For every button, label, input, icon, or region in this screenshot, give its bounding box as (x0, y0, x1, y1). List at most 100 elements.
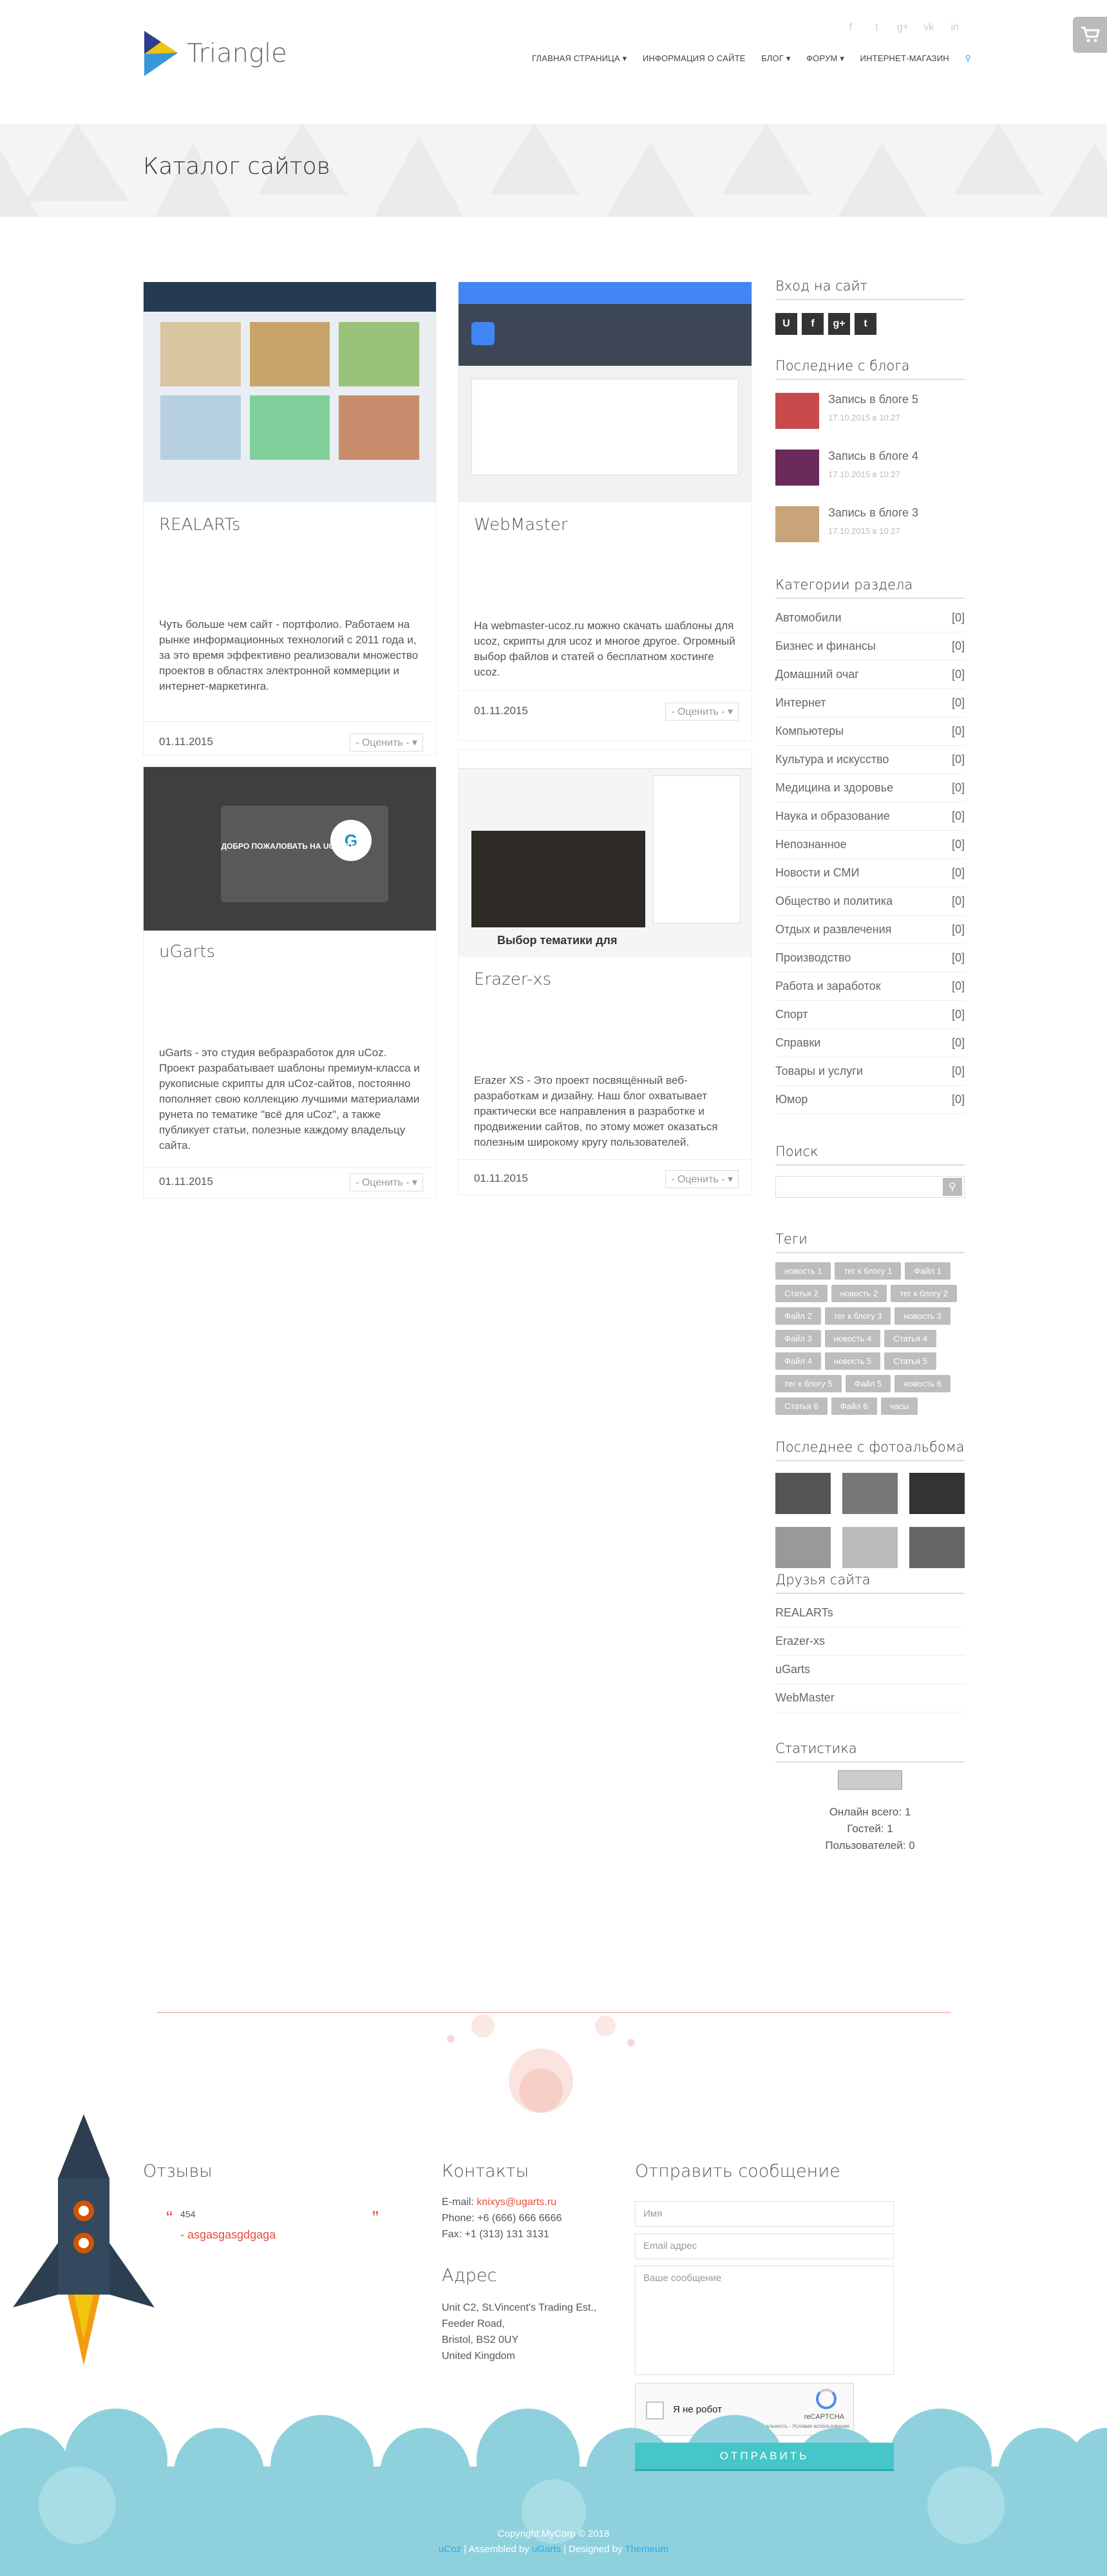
friend-link[interactable]: Erazer-xs (775, 1627, 965, 1656)
search-submit-button[interactable]: ⚲ (943, 1178, 962, 1196)
thumbnail-caption: ДОБРО ПОЖАЛОВАТЬ НА UGARTS! (221, 842, 359, 851)
message-field[interactable]: Ваше сообщение (635, 2266, 894, 2375)
category-item[interactable]: Наука и образование [0] (775, 802, 965, 831)
logo[interactable]: Triangle (142, 31, 287, 76)
photo-thumb[interactable] (842, 1473, 898, 1514)
nav-forum[interactable]: ФОРУМ ▾ (806, 53, 844, 63)
email-field[interactable]: Email адрес (635, 2233, 894, 2259)
category-item[interactable]: Культура и искусство [0] (775, 746, 965, 774)
site-description: На webmaster-ucoz.ru можно скачать шабло… (474, 620, 735, 678)
submit-button[interactable]: ОТПРАВИТЬ (635, 2443, 894, 2471)
category-item[interactable]: Справки [0] (775, 1029, 965, 1057)
tag[interactable]: новость 1 (775, 1262, 831, 1280)
tag[interactable]: новость 5 (824, 1352, 881, 1370)
photo-thumb[interactable] (775, 1527, 831, 1568)
nav-home[interactable]: ГЛАВНАЯ СТРАНИЦА ▾ (532, 53, 627, 63)
credit-ugarts-link[interactable]: uGarts (532, 2544, 561, 2555)
sidebar-search-input[interactable] (776, 1177, 943, 1197)
tag[interactable]: новость 2 (831, 1285, 887, 1302)
site-thumbnail[interactable]: Выбор тематики для (459, 750, 752, 957)
photo-thumb[interactable] (909, 1473, 965, 1514)
facebook-login-button[interactable]: f (802, 313, 824, 335)
tag[interactable]: новость 3 (894, 1307, 951, 1325)
rate-select[interactable]: - Оценить - ▾ (665, 703, 739, 721)
category-item[interactable]: Работа и заработок [0] (775, 972, 965, 1001)
tag[interactable]: тег к блогу 3 (824, 1307, 891, 1325)
tag[interactable]: Файл 5 (845, 1375, 891, 1392)
category-item[interactable]: Общество и политика [0] (775, 887, 965, 916)
site-thumbnail[interactable]: G ДОБРО ПОЖАЛОВАТЬ НА UGARTS! (144, 767, 436, 931)
linkedin-icon[interactable]: in (948, 22, 962, 33)
site-title[interactable]: Erazer-xs (474, 970, 551, 989)
contact-email: E-mail: knixys@ugarts.ru (442, 2197, 557, 2208)
site-title[interactable]: uGarts (159, 942, 215, 961)
blog-item[interactable]: Запись в блоге 3 17.10.2015 в 10:27 (775, 506, 965, 563)
twitter-icon[interactable]: t (869, 22, 884, 33)
category-item[interactable]: Медицина и здоровье [0] (775, 774, 965, 802)
category-item[interactable]: Отдых и развлечения [0] (775, 916, 965, 944)
vk-icon[interactable]: vk (922, 22, 936, 33)
blog-item-title[interactable]: Запись в блоге 3 (828, 506, 918, 520)
tag[interactable]: тег к блогу 2 (891, 1285, 957, 1302)
drop-decoration (447, 2014, 635, 2113)
site-thumbnail[interactable] (144, 282, 436, 502)
site-title[interactable]: REALARTs (159, 515, 240, 535)
tag[interactable]: Статья 2 (775, 1285, 828, 1302)
twitter-login-button[interactable]: t (855, 313, 876, 335)
category-list: Автомобили [0] Бизнес и финансы [0] Домашн… (775, 604, 965, 1114)
tag[interactable]: Статья 6 (775, 1397, 828, 1415)
friend-link[interactable]: REALARTs (775, 1599, 965, 1627)
blog-item[interactable]: Запись в блоге 4 17.10.2015 в 10:27 (775, 450, 965, 506)
site-title[interactable]: WebMaster (474, 515, 567, 535)
ucoz-login-button[interactable]: U (775, 313, 797, 335)
rate-select[interactable]: - Оценить - ▾ (350, 734, 423, 752)
tag[interactable]: Файл 6 (831, 1397, 877, 1415)
blog-item-title[interactable]: Запись в блоге 4 (828, 450, 918, 463)
category-item[interactable]: Домашний очаг [0] (775, 661, 965, 689)
nav-about[interactable]: ИНФОРМАЦИЯ О САЙТЕ (643, 53, 746, 63)
tag[interactable]: Файл 1 (905, 1262, 951, 1280)
blog-item-title[interactable]: Запись в блоге 5 (828, 393, 918, 406)
cart-button[interactable] (1073, 17, 1107, 53)
blog-item[interactable]: Запись в блоге 5 17.10.2015 в 10:27 (775, 393, 965, 450)
tag[interactable]: Файл 3 (775, 1330, 821, 1347)
tag[interactable]: тег к блогу 5 (775, 1375, 842, 1392)
facebook-icon[interactable]: f (844, 22, 858, 33)
category-item[interactable]: Автомобили [0] (775, 604, 965, 632)
tag[interactable]: Статья 5 (884, 1352, 937, 1370)
category-item[interactable]: Новости и СМИ [0] (775, 859, 965, 887)
rate-select[interactable]: - Оценить - ▾ (665, 1170, 739, 1188)
photo-thumb[interactable] (842, 1527, 898, 1568)
friend-link[interactable]: WebMaster (775, 1684, 965, 1712)
tag[interactable]: Статья 4 (884, 1330, 937, 1347)
tag[interactable]: новость 6 (894, 1375, 951, 1392)
photo-thumb[interactable] (775, 1473, 831, 1514)
photos-title: Последнее с фотоальбома (775, 1439, 965, 1461)
tag[interactable]: Файл 2 (775, 1307, 821, 1325)
category-item[interactable]: Производство [0] (775, 944, 965, 972)
category-item[interactable]: Интернет [0] (775, 689, 965, 717)
category-item[interactable]: Непознанное [0] (775, 831, 965, 859)
tag[interactable]: тег к блогу 1 (835, 1262, 902, 1280)
email-link[interactable]: knixys@ugarts.ru (477, 2197, 556, 2208)
rate-select[interactable]: - Оценить - ▾ (350, 1173, 423, 1191)
tag[interactable]: часы (880, 1397, 918, 1415)
tag[interactable]: Файл 4 (775, 1352, 821, 1370)
tag[interactable]: новость 4 (824, 1330, 881, 1347)
photo-thumb[interactable] (909, 1527, 965, 1568)
credit-themeum-link[interactable]: Themeum (625, 2544, 668, 2555)
google-plus-icon[interactable]: g+ (896, 22, 910, 33)
search-icon[interactable]: ⚲ (965, 53, 971, 63)
google-login-button[interactable]: g+ (828, 313, 850, 335)
nav-blog[interactable]: БЛОГ ▾ (761, 53, 791, 63)
friend-link[interactable]: uGarts (775, 1656, 965, 1684)
category-item[interactable]: Компьютеры [0] (775, 717, 965, 746)
site-thumbnail[interactable] (459, 282, 752, 502)
category-item[interactable]: Товары и услуги [0] (775, 1057, 965, 1086)
category-item[interactable]: Спорт [0] (775, 1001, 965, 1029)
category-item[interactable]: Юмор [0] (775, 1086, 965, 1114)
nav-shop[interactable]: ИНТЕРНЕТ-МАГАЗИН (860, 53, 949, 63)
name-field[interactable]: Имя (635, 2201, 894, 2227)
credit-ucoz-link[interactable]: uCoz (439, 2544, 461, 2555)
category-item[interactable]: Бизнес и финансы [0] (775, 632, 965, 661)
